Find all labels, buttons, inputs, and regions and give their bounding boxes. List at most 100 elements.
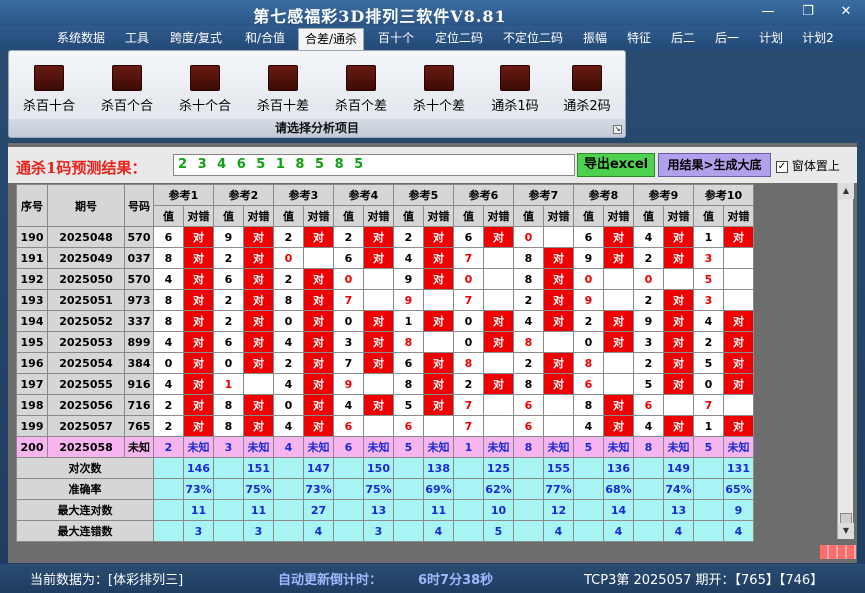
stats-spacer (573, 478, 604, 500)
stats-value: 5 (483, 520, 514, 542)
cell-value: 1 (693, 415, 724, 437)
cell-value: 6 (393, 352, 424, 374)
cell-value: 5 (573, 436, 604, 458)
stats-value: 74% (663, 478, 694, 500)
stats-value: 146 (183, 457, 214, 479)
stats-spacer (453, 499, 484, 521)
table-row[interactable]: 192 2025050 570 4 对 6 对 2 对 0 9 对 0 8 对 0 0 5 (16, 268, 754, 290)
cell-result: 对 (303, 310, 334, 332)
topmost-checkbox[interactable]: ✓ 窗体置上 (776, 157, 840, 174)
chart-icon (34, 65, 64, 91)
cell-value: 0 (273, 394, 304, 416)
unknown-row[interactable]: 200 2025058 未知 2 未知 3 未知 4 未知 6 未知 5 未知 1 未知 8 未知 5 未知 8 未知 5… (16, 436, 754, 458)
cell-value: 8 (273, 289, 304, 311)
kill-two-code-button[interactable]: 通杀2码 (555, 65, 619, 117)
cell-value: 7 (693, 394, 724, 416)
kill-one-code-button[interactable]: 通杀1码 (483, 65, 547, 117)
prediction-result-field[interactable]: 2 3 4 6 5 1 8 5 8 5 (173, 154, 575, 176)
table-row[interactable]: 196 2025054 384 0 对 0 对 2 对 7 对 6 对 8 2 对 8 2 对 5 对 (16, 352, 754, 374)
menu-system-data[interactable]: 系统数据 (50, 28, 112, 50)
cell-value: 7 (453, 289, 484, 311)
stats-spacer (693, 499, 724, 521)
countdown-label: 自动更新倒计时： (278, 573, 383, 588)
kill-bai-ge-cha-button[interactable]: 杀百个差 (329, 65, 393, 117)
menu-plan[interactable]: 计划 (752, 28, 790, 50)
table-row[interactable]: 194 2025052 337 8 对 2 对 0 对 0 对 1 对 0 对 4 对 2 对 9 对 4 对 (16, 310, 754, 332)
stats-value: 75% (243, 478, 274, 500)
menu-plan2[interactable]: 计划2 (796, 28, 840, 50)
cell-value: 2 (633, 352, 664, 374)
restore-icon[interactable]: ❐ (797, 4, 819, 20)
menu-tools[interactable]: 工具 (118, 28, 156, 50)
cell-result: 对 (183, 289, 214, 311)
scroll-up-icon[interactable]: ▲ (838, 183, 854, 199)
cell-result: 对 (603, 310, 634, 332)
row-index: 199 (16, 415, 48, 437)
table-row[interactable]: 191 2025049 037 8 对 2 对 0 6 对 4 对 7 8 对 9 对 2 对 3 (16, 247, 754, 269)
row-index: 197 (16, 373, 48, 395)
menu-pos-two[interactable]: 定位二码 (428, 28, 490, 50)
chart-icon (268, 65, 298, 91)
cell-value: 9 (333, 373, 364, 395)
table-row[interactable]: 193 2025051 973 8 对 2 对 8 对 7 9 7 2 对 9 2 对 3 (16, 289, 754, 311)
stats-row: 最大连错数 3 3 4 3 4 5 4 4 4 4 (16, 520, 754, 542)
cell-value: 8 (513, 268, 544, 290)
cell-result (723, 289, 754, 311)
window-title: 第七感福彩3D排列三软件V8.81 (253, 7, 507, 26)
kill-shi-ge-he-button[interactable]: 杀十个合 (173, 65, 237, 117)
header-value: 值 (573, 205, 604, 227)
table-row[interactable]: 197 2025055 916 4 对 1 4 对 9 8 对 2 对 8 对 6 5 对 0 对 (16, 373, 754, 395)
menu-feature[interactable]: 特征 (620, 28, 658, 50)
kill-bai-shi-he-button[interactable]: 杀百十合 (17, 65, 81, 117)
header-ref: 参考7 (513, 184, 574, 206)
cell-value: 2 (513, 352, 544, 374)
table-row[interactable]: 195 2025053 899 4 对 6 对 4 对 3 对 8 0 对 8 0 对 3 对 2 对 (16, 331, 754, 353)
stats-spacer (213, 478, 244, 500)
cell-result: 未知 (243, 436, 274, 458)
checkbox-checked-icon[interactable]: ✓ (776, 160, 788, 173)
menu-span[interactable]: 跨度/复式 (162, 28, 230, 50)
cell-value: 4 (273, 373, 304, 395)
cell-result: 对 (183, 352, 214, 374)
cell-value: 5 (633, 373, 664, 395)
kill-bai-ge-he-button[interactable]: 杀百个合 (95, 65, 159, 117)
stats-row: 对次数 146 151 147 150 138 125 155 136 149 131 (16, 457, 754, 479)
row-period: 2025054 (47, 352, 125, 374)
table-row[interactable]: 199 2025057 765 2 对 8 对 4 对 6 6 7 6 4 对 4 对 1 对 (16, 415, 754, 437)
close-icon[interactable]: ✕ (835, 4, 857, 20)
vertical-scrollbar[interactable]: ▲ ▼ (837, 183, 854, 539)
menu-digits[interactable]: 百十个 (370, 28, 422, 50)
menu-amplitude[interactable]: 振幅 (576, 28, 614, 50)
table-row[interactable]: 190 2025048 570 6 对 9 对 2 对 2 对 2 对 6 对 0 6 对 4 对 1 对 (16, 226, 754, 248)
kill-shi-ge-cha-button[interactable]: 杀十个差 (407, 65, 471, 117)
table-row[interactable]: 198 2025056 716 2 对 8 对 0 对 4 对 5 对 7 6 8 对 6 7 (16, 394, 754, 416)
stats-value: 4 (663, 520, 694, 542)
stats-value: 149 (663, 457, 694, 479)
stats-spacer (393, 478, 424, 500)
cell-value: 8 (513, 436, 544, 458)
menu-last-two[interactable]: 后二 (664, 28, 702, 50)
cell-value: 7 (333, 352, 364, 374)
cell-result: 对 (183, 331, 214, 353)
kill-bai-shi-cha-button[interactable]: 杀百十差 (251, 65, 315, 117)
menu-nonpos-two[interactable]: 不定位二码 (496, 28, 570, 50)
cell-result: 对 (423, 373, 454, 395)
generate-base-button[interactable]: 用结果>生成大底 (658, 153, 771, 177)
export-excel-button[interactable]: 导出excel (577, 153, 655, 177)
cell-result: 未知 (603, 436, 634, 458)
cell-result: 对 (243, 331, 274, 353)
ribbon-footer-label: 请选择分析项目 (9, 119, 625, 137)
menu-last-one[interactable]: 后一 (708, 28, 746, 50)
cell-result: 未知 (663, 436, 694, 458)
row-number: 337 (124, 310, 154, 332)
menu-sum[interactable]: 和/合值 (236, 28, 294, 50)
scroll-down-icon[interactable]: ▼ (838, 523, 854, 539)
cell-value: 7 (453, 247, 484, 269)
expand-icon[interactable]: ↘ (613, 125, 622, 134)
cell-value: 7 (453, 394, 484, 416)
menu-diff-kill[interactable]: 合差/通杀 (298, 28, 364, 50)
cell-value: 4 (693, 310, 724, 332)
minimize-icon[interactable]: — (757, 4, 779, 20)
cell-value: 5 (693, 352, 724, 374)
title-bar: 第七感福彩3D排列三软件V8.81 — ❐ ✕ (0, 0, 865, 26)
